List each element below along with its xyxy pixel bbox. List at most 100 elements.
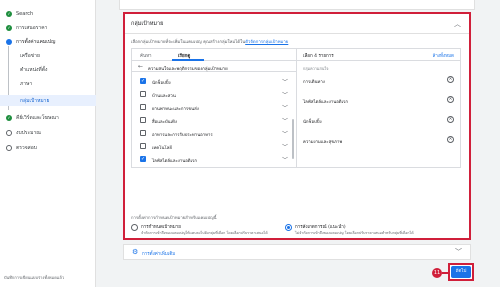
checkbox[interactable]: ✓ <box>140 156 146 162</box>
picker-tabs: ค้นหา เรียกดู <box>132 49 297 61</box>
more-settings-label: การตั้งค่าเพิ่มเติม <box>142 252 176 257</box>
chevron-down-icon[interactable]: ﹀ <box>282 129 288 138</box>
next-button-highlight: ถัดไป <box>448 263 474 281</box>
sidebar-item-keywords-ads[interactable]: ✓ คีย์เวิร์ดและโฆษณา <box>6 112 59 123</box>
browse-panel: ค้นหา เรียกดู ← ความสนใจและพฤติกรรมของกล… <box>132 49 297 167</box>
chevron-up-icon[interactable]: ︿ <box>454 19 461 29</box>
chevron-down-icon[interactable]: ﹀ <box>282 142 288 151</box>
description-text: เลือกกลุ่มเป้าหมายที่จะเพิ่มในแคมเปญ คุณ… <box>131 40 246 45</box>
selected-item: การเดินทาง × <box>297 75 460 87</box>
selected-group-label: กลุ่มความสนใจ <box>303 66 329 71</box>
sidebar-item-label: ตำแหน่งที่ตั้ง <box>20 66 48 73</box>
check-icon: ✓ <box>6 10 12 17</box>
current-step-icon <box>6 38 12 45</box>
draft-saved-status: บันทึกการเขียนแบบร่างทั้งหมดแล้ว <box>4 275 65 280</box>
clear-all-button[interactable]: ล้างทั้งหมด <box>432 52 454 59</box>
checkbox[interactable] <box>140 91 146 97</box>
sidebar-item-networks[interactable]: เครือข่าย <box>20 50 40 61</box>
checkbox[interactable] <box>140 143 146 149</box>
sidebar-item-label: เครือข่าย <box>20 52 40 59</box>
sidebar-item-label: กลุ่มเป้าหมาย <box>20 97 50 104</box>
sidebar-item-label: ตรวจสอบ <box>16 144 37 151</box>
remove-icon[interactable]: × <box>447 136 454 143</box>
check-icon: ✓ <box>6 114 12 121</box>
sidebar-item-bidding[interactable]: ✓ การเสนอราคา <box>6 22 47 33</box>
sidebar: ✓ Search ✓ การเสนอราคา การตั้งค่าแคมเปญ … <box>0 0 96 287</box>
targeting-radio[interactable] <box>131 224 138 231</box>
sidebar-item-languages[interactable]: ภาษา <box>20 78 32 89</box>
item-label: บ้านและสวน <box>152 94 176 99</box>
list-item[interactable]: ยานพาหนะและการขนส่ง ﹀ <box>132 101 290 113</box>
item-label: ยานพาหนะและการขนส่ง <box>152 107 199 112</box>
list-item[interactable]: อาหารและการรับประทานอาหาร ﹀ <box>132 127 290 139</box>
checkbox[interactable] <box>140 104 146 110</box>
chevron-down-icon[interactable]: ﹀ <box>282 90 288 99</box>
step-number-badge: 11 <box>432 268 442 278</box>
observation-radio[interactable] <box>285 224 292 231</box>
selected-item: ไลฟ์สไตล์และงานอดิเรก × <box>297 95 460 107</box>
checkbox[interactable]: ✓ <box>140 78 146 84</box>
targeting-option-title: การกำหนดเป้าหมาย <box>141 225 181 230</box>
card-header[interactable]: กลุ่มเป้าหมาย ︿ <box>125 14 469 34</box>
selected-count: เลือก 4 รายการ <box>303 54 334 59</box>
tab-browse[interactable]: เรียกดู <box>178 52 190 59</box>
audience-manager-link[interactable]: ตัวจัดการกลุ่มเป้าหมาย <box>245 40 288 45</box>
scrollbar[interactable] <box>292 119 294 159</box>
check-icon: ✓ <box>6 24 12 31</box>
selected-label: ความงามและสุขภาพ <box>303 140 343 145</box>
observation-option-title: การสังเกตการณ์ (แนะนำ) <box>295 225 346 230</box>
sidebar-item-label: คีย์เวิร์ดและโฆษณา <box>16 114 59 121</box>
list-item[interactable]: บ้านและสวน ﹀ <box>132 88 290 100</box>
selected-item: ความงามและสุขภาพ × <box>297 135 460 147</box>
previous-panel <box>119 0 475 10</box>
selected-header: เลือก 4 รายการ ล้างทั้งหมด <box>297 49 460 61</box>
card-title: กลุ่มเป้าหมาย <box>131 21 164 27</box>
item-label: นักช็อปปิ้ง <box>152 81 171 86</box>
sidebar-item-campaign-settings[interactable]: การตั้งค่าแคมเปญ <box>6 36 55 47</box>
sidebar-item-label: งบประมาณ <box>16 129 41 136</box>
audience-card: กลุ่มเป้าหมาย ︿ เลือกกลุ่มเป้าหมายที่จะเ… <box>123 12 471 240</box>
selected-panel: เลือก 4 รายการ ล้างทั้งหมด กลุ่มความสนใจ… <box>297 49 460 167</box>
category-title: ความสนใจและพฤติกรรมของกลุ่มเป้าหมาย <box>148 67 228 72</box>
sidebar-item-review[interactable]: ตรวจสอบ <box>6 142 37 153</box>
sidebar-item-label: Search <box>16 10 34 17</box>
targeting-option-desc: จำกัดการเข้าถึงของแคมเปญให้แคบลงไปยังกลุ… <box>141 231 268 235</box>
gear-icon: ⚙ <box>132 248 139 256</box>
sidebar-item-search[interactable]: ✓ Search <box>6 8 33 19</box>
list-item[interactable]: ✓ นักช็อปปิ้ง ﹀ <box>132 75 290 87</box>
step-circle-icon <box>6 129 12 136</box>
sidebar-item-budget[interactable]: งบประมาณ <box>6 127 41 138</box>
chevron-down-icon[interactable]: ﹀ <box>282 77 288 86</box>
checkbox[interactable] <box>140 130 146 136</box>
remove-icon[interactable]: × <box>447 116 454 123</box>
arrow-left-icon[interactable]: ← <box>138 63 143 70</box>
tab-search[interactable]: ค้นหา <box>140 52 152 59</box>
chevron-down-icon[interactable]: ﹀ <box>455 247 462 257</box>
observation-option-desc: ไม่จำกัดการเข้าถึงของแคมเปญ โดยเลือกปรับ… <box>295 231 414 235</box>
chevron-down-icon[interactable]: ﹀ <box>282 103 288 112</box>
selected-item: นักช็อปปิ้ง × <box>297 115 460 127</box>
remove-icon[interactable]: × <box>447 76 454 83</box>
item-label: ไลฟ์สไตล์และงานอดิเรก <box>152 159 197 164</box>
sidebar-item-label: การเสนอราคา <box>16 24 48 31</box>
next-button[interactable]: ถัดไป <box>451 266 471 278</box>
active-tab-indicator <box>172 59 204 61</box>
audience-picker: ค้นหา เรียกดู ← ความสนใจและพฤติกรรมของกล… <box>131 48 461 168</box>
sidebar-item-locations[interactable]: ตำแหน่งที่ตั้ง <box>20 64 47 75</box>
sidebar-item-audiences[interactable]: กลุ่มเป้าหมาย <box>20 95 49 106</box>
selected-label: การเดินทาง <box>303 80 325 85</box>
selected-label: นักช็อปปิ้ง <box>303 120 322 125</box>
list-item[interactable]: เทคโนโลยี ﹀ <box>132 140 290 152</box>
chevron-down-icon[interactable]: ﹀ <box>282 155 288 164</box>
selected-label: ไลฟ์สไตล์และงานอดิเรก <box>303 100 348 105</box>
sidebar-item-label: ภาษา <box>20 80 33 87</box>
more-settings-row[interactable]: ⚙ การตั้งค่าเพิ่มเติม ﹀ <box>123 244 471 260</box>
remove-icon[interactable]: × <box>447 96 454 103</box>
list-item[interactable]: สื่อและบันเทิง ﹀ <box>132 114 290 126</box>
chevron-down-icon[interactable]: ﹀ <box>282 116 288 125</box>
item-label: อาหารและการรับประทานอาหาร <box>152 133 213 138</box>
main-content: กลุ่มเป้าหมาย ︿ เลือกกลุ่มเป้าหมายที่จะเ… <box>96 0 500 287</box>
checkbox[interactable] <box>140 117 146 123</box>
category-back-row[interactable]: ← ความสนใจและพฤติกรรมของกลุ่มเป้าหมาย <box>132 62 297 72</box>
list-item[interactable]: ✓ ไลฟ์สไตล์และงานอดิเรก ﹀ <box>132 153 290 165</box>
